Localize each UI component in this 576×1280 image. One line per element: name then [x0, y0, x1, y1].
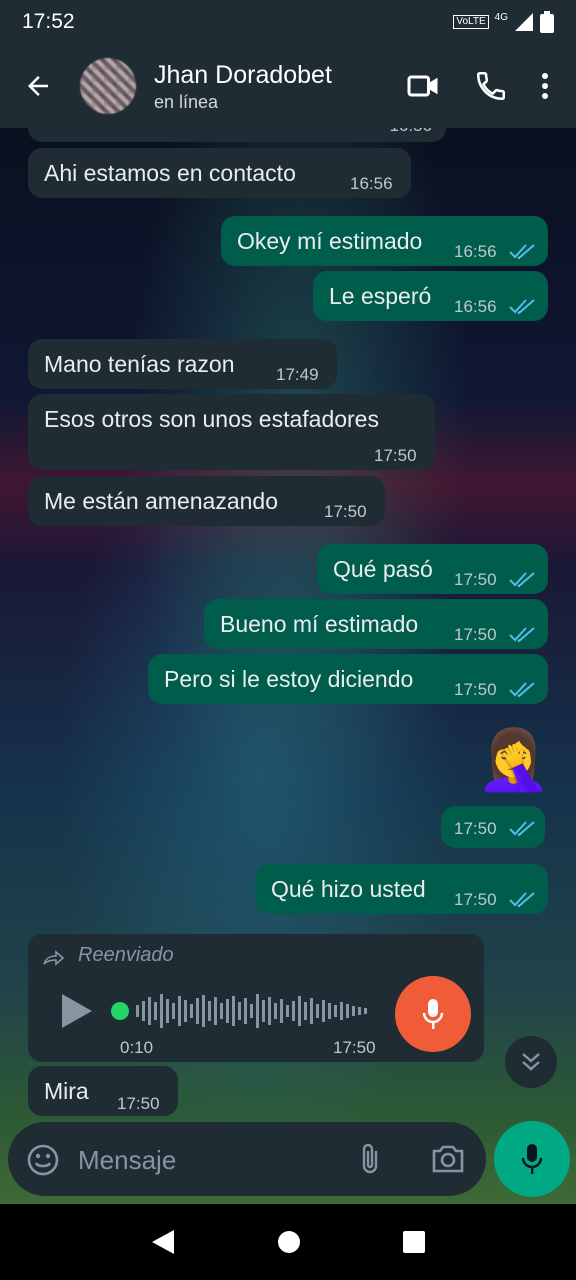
emoji-time-pill: 17:50: [441, 806, 545, 848]
play-icon[interactable]: [62, 994, 92, 1028]
message-bubble-out[interactable]: Qué hizo usted 17:50: [255, 864, 548, 914]
message-text: Esos otros son unos estafadores: [44, 406, 379, 432]
back-button[interactable]: [10, 71, 66, 101]
message-text: Mira: [44, 1078, 89, 1104]
phone-icon[interactable]: [474, 69, 508, 103]
voice-record-button[interactable]: [494, 1121, 570, 1197]
message-time: 16:56: [454, 242, 497, 261]
signal-icon: [515, 13, 533, 31]
scroll-down-button[interactable]: [505, 1036, 557, 1088]
more-vert-icon[interactable]: [540, 71, 550, 101]
chat-header: Jhan Doradobet en línea: [0, 44, 576, 128]
network-type: 4G: [494, 11, 508, 23]
waveform[interactable]: [108, 988, 378, 1034]
contact-avatar[interactable]: [80, 58, 136, 114]
message-time: 17:50: [324, 502, 367, 521]
message-text: Ahi estamos en contacto: [44, 160, 296, 186]
voice-duration: 0:10: [120, 1038, 154, 1057]
status-icons: VoLTE 4G: [453, 11, 554, 33]
message-text: Pero si le estoy diciendo: [164, 666, 414, 692]
message-time: 17:50: [454, 625, 497, 644]
chat-area[interactable]: 16:56 Ahi estamos en contacto 16:56 Okey…: [0, 128, 576, 1204]
forwarded-icon: [43, 950, 65, 966]
message-input[interactable]: [76, 1140, 340, 1180]
read-ticks-icon: [509, 244, 535, 260]
message-text: Qué pasó: [333, 556, 433, 582]
message-text: Qué hizo usted: [271, 876, 426, 902]
message-text: Okey mí estimado: [237, 228, 423, 254]
message-text: Bueno mí estimado: [220, 611, 419, 637]
read-ticks-icon: [509, 892, 535, 908]
message-bubble-in[interactable]: Esos otros son unos estafadores 17:50: [28, 394, 435, 470]
message-time: 17:50: [454, 819, 497, 838]
message-time: 17:49: [276, 365, 319, 384]
composer: [8, 1122, 486, 1196]
contact-name: Jhan Doradobet: [154, 60, 332, 89]
attach-icon[interactable]: [356, 1142, 384, 1178]
message-bubble-out[interactable]: Le esperó 16:56: [313, 271, 548, 321]
message-bubble-partial[interactable]: 16:56: [28, 128, 446, 142]
read-ticks-icon: [509, 627, 535, 643]
contact-status: en línea: [154, 91, 219, 112]
message-time: 17:50: [374, 446, 417, 465]
mic-icon: [521, 1144, 543, 1174]
message-text: Mano tenías razon: [44, 351, 235, 377]
contact-info[interactable]: Jhan Doradobet en línea: [154, 60, 406, 113]
message-bubble-in[interactable]: Mira 17:50: [28, 1066, 178, 1116]
video-call-icon[interactable]: [406, 68, 442, 104]
camera-icon[interactable]: [430, 1143, 466, 1175]
read-ticks-icon: [509, 821, 535, 837]
emoji-icon[interactable]: [26, 1143, 60, 1177]
mic-icon: [422, 999, 444, 1029]
message-text: Me están amenazando: [44, 488, 278, 514]
voice-message[interactable]: Reenviado 0:10 17:50: [28, 934, 484, 1062]
emoji-message[interactable]: 🤦‍♀️: [476, 724, 551, 796]
message-time: 17:50: [117, 1094, 160, 1113]
nav-back-icon[interactable]: [150, 1228, 176, 1256]
read-ticks-icon: [509, 572, 535, 588]
message-time: 16:56: [454, 297, 497, 316]
forwarded-label: Reenviado: [78, 944, 174, 966]
back-arrow-icon: [28, 76, 48, 96]
message-bubble-in[interactable]: Ahi estamos en contacto 16:56: [28, 148, 411, 198]
message-bubble-out[interactable]: Bueno mí estimado 17:50: [204, 599, 548, 649]
message-time: 17:50: [333, 1038, 376, 1057]
system-nav-bar: [0, 1204, 576, 1280]
message-bubble-in[interactable]: Me están amenazando 17:50: [28, 476, 385, 526]
read-ticks-icon: [509, 299, 535, 315]
message-time: 16:56: [350, 174, 393, 193]
emoji: 🤦‍♀️: [476, 726, 551, 793]
message-bubble-out[interactable]: Qué pasó 17:50: [317, 544, 548, 594]
message-time: 17:50: [454, 570, 497, 589]
message-bubble-out[interactable]: Okey mí estimado 16:56: [221, 216, 548, 266]
scroll-down-icon: [522, 1053, 540, 1071]
message-bubble-out[interactable]: Pero si le estoy diciendo 17:50: [148, 654, 548, 704]
status-bar: 17:52 VoLTE 4G: [0, 0, 576, 44]
voice-mic-avatar: [395, 976, 471, 1052]
message-time: 17:50: [454, 680, 497, 699]
status-time: 17:52: [22, 10, 75, 33]
message-text: Le esperó: [329, 283, 432, 309]
message-time: 16:56: [389, 128, 432, 136]
message-time: 17:50: [454, 890, 497, 909]
battery-icon: [540, 11, 554, 33]
nav-recents-icon[interactable]: [402, 1230, 426, 1254]
volte-badge: VoLTE: [453, 15, 489, 29]
message-bubble-in[interactable]: Mano tenías razon 17:49: [28, 339, 337, 389]
nav-home-icon[interactable]: [277, 1230, 301, 1254]
read-ticks-icon: [509, 682, 535, 698]
